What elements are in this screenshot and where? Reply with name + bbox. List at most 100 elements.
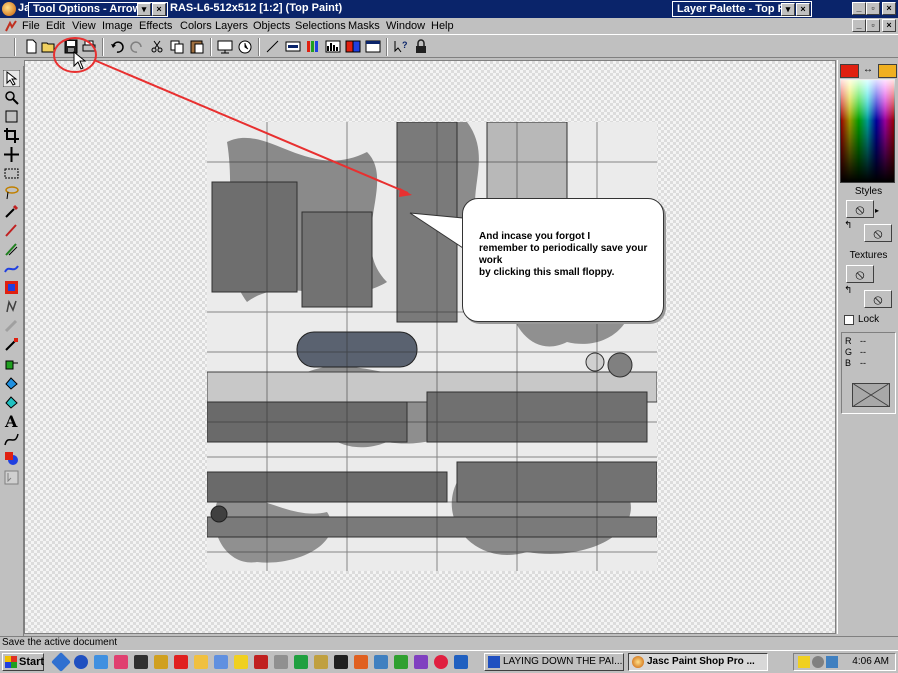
toolbar-lock-icon[interactable] — [412, 38, 430, 55]
zoom-tool-options-icon[interactable] — [264, 38, 282, 55]
redo-icon[interactable] — [128, 38, 146, 55]
menu-image[interactable]: Image — [102, 20, 133, 32]
app-close-button[interactable]: × — [882, 2, 896, 15]
swap-textures-icon[interactable]: ↰ — [844, 285, 852, 296]
undo-icon[interactable] — [108, 38, 126, 55]
quicklaunch-fire-icon[interactable] — [354, 655, 368, 669]
deform-tool-icon[interactable] — [3, 108, 20, 125]
menu-view[interactable]: View — [72, 20, 96, 32]
tray-clock-icon[interactable] — [812, 656, 824, 668]
swap-styles-icon[interactable]: ↰ — [844, 220, 852, 231]
layer-palette-close-button[interactable]: × — [796, 3, 810, 16]
clone-brush-icon[interactable] — [3, 241, 20, 258]
arrow-tool-icon[interactable] — [3, 70, 20, 87]
tool-options-rollup-button[interactable]: ▾ — [137, 3, 151, 16]
selection-tool-icon[interactable] — [3, 165, 20, 182]
quicklaunch-app-icon[interactable] — [114, 655, 128, 669]
quicklaunch-chart-icon[interactable] — [374, 655, 388, 669]
menu-file[interactable]: File — [22, 20, 40, 32]
menu-help[interactable]: Help — [431, 20, 454, 32]
foreground-color-swatch[interactable] — [840, 64, 859, 78]
color-replacer-icon[interactable] — [3, 260, 20, 277]
retouch-tool-icon[interactable] — [3, 279, 20, 296]
vector-object-selector-icon[interactable] — [3, 469, 20, 486]
app-minimize-button[interactable]: _ — [852, 2, 866, 15]
scratch-remover-icon[interactable] — [3, 298, 20, 315]
picture-tube-icon[interactable] — [3, 336, 20, 353]
document-icon[interactable] — [4, 19, 18, 33]
context-help-icon[interactable]: ? — [392, 38, 410, 55]
transparent-color-icon[interactable] — [852, 383, 890, 407]
tool-options-palette-title[interactable]: Tool Options - Arrow ▾ × — [28, 2, 168, 17]
toggle-overview-icon[interactable] — [364, 38, 382, 55]
layer-palette-rollup-button[interactable]: ▾ — [781, 3, 795, 16]
menu-colors[interactable]: Colors — [180, 20, 212, 32]
quicklaunch-folder-icon[interactable] — [194, 655, 208, 669]
doc-close-button[interactable]: × — [882, 19, 896, 32]
paintbrush-tool-icon[interactable] — [3, 222, 20, 239]
quicklaunch-tool-icon[interactable] — [274, 655, 288, 669]
flood-fill-icon[interactable] — [3, 374, 20, 391]
menu-effects[interactable]: Effects — [139, 20, 172, 32]
quicklaunch-ie-icon[interactable] — [74, 655, 88, 669]
dropper-tool-icon[interactable] — [3, 203, 20, 220]
app-maximize-button[interactable]: ▫ — [866, 2, 880, 15]
foreground-texture-button[interactable]: ⦸ — [846, 265, 874, 283]
background-style-button[interactable]: ⦸ — [864, 224, 892, 242]
quicklaunch-paint-icon[interactable] — [414, 655, 428, 669]
open-folder-icon[interactable] — [40, 38, 58, 55]
zoom-tool-icon[interactable] — [3, 89, 20, 106]
doc-minimize-button[interactable]: _ — [852, 19, 866, 32]
layer-palette-title[interactable]: Layer Palette - Top P ▾ × — [672, 1, 812, 17]
lock-checkbox[interactable] — [844, 315, 854, 325]
swap-colors-icon[interactable]: ↔ — [860, 64, 876, 75]
cut-scissors-icon[interactable] — [148, 38, 166, 55]
eraser-tool-icon[interactable] — [3, 317, 20, 334]
quicklaunch-outlook-icon[interactable] — [94, 655, 108, 669]
tool-options-close-button[interactable]: × — [152, 3, 166, 16]
menu-layers[interactable]: Layers — [215, 20, 248, 32]
draw-tool-icon[interactable] — [3, 431, 20, 448]
quicklaunch-desktop-icon[interactable] — [51, 652, 71, 672]
menu-window[interactable]: Window — [386, 20, 425, 32]
print-icon[interactable] — [80, 38, 98, 55]
crop-tool-icon[interactable] — [3, 127, 20, 144]
quicklaunch-media-icon[interactable] — [334, 655, 348, 669]
quicklaunch-network-icon[interactable] — [214, 655, 228, 669]
quicklaunch-game-icon[interactable] — [294, 655, 308, 669]
quicklaunch-disc-icon[interactable] — [434, 655, 448, 669]
new-file-icon[interactable] — [22, 38, 40, 55]
quicklaunch-chat-icon[interactable] — [454, 655, 468, 669]
tray-network-icon[interactable] — [826, 656, 838, 668]
menu-objects[interactable]: Objects — [253, 20, 290, 32]
fill-tool-icon[interactable] — [3, 393, 20, 410]
freehand-lasso-icon[interactable] — [3, 184, 20, 201]
quicklaunch-plane-icon[interactable] — [154, 655, 168, 669]
paste-icon[interactable] — [188, 38, 206, 55]
background-color-swatch[interactable] — [878, 64, 897, 78]
save-floppy-icon[interactable] — [62, 38, 80, 55]
task-word-document[interactable]: LAYING DOWN THE PAI... — [484, 653, 624, 671]
text-tool-icon[interactable]: A — [3, 412, 20, 429]
full-screen-preview-icon[interactable] — [216, 38, 234, 55]
quicklaunch-plus-icon[interactable] — [174, 655, 188, 669]
aircraft-texture-image[interactable] — [207, 122, 657, 571]
foreground-style-button[interactable]: ⦸ — [846, 200, 874, 218]
clock[interactable]: 4:06 AM — [852, 656, 889, 667]
toggle-tool-options-icon[interactable] — [284, 38, 302, 55]
quicklaunch-star-icon[interactable] — [394, 655, 408, 669]
copy-icon[interactable] — [168, 38, 186, 55]
quicklaunch-gear-icon[interactable] — [314, 655, 328, 669]
airbrush-tool-icon[interactable] — [3, 355, 20, 372]
menu-masks[interactable]: Masks — [348, 20, 380, 32]
toggle-histogram-icon[interactable] — [324, 38, 342, 55]
toggle-color-palette-icon[interactable] — [304, 38, 322, 55]
menu-selections[interactable]: Selections — [295, 20, 346, 32]
preset-shapes-icon[interactable] — [3, 450, 20, 467]
doc-restore-button[interactable]: ▫ — [866, 19, 880, 32]
task-paint-shop-pro[interactable]: Jasc Paint Shop Pro ... — [628, 653, 768, 671]
quicklaunch-book-icon[interactable] — [254, 655, 268, 669]
menu-edit[interactable]: Edit — [46, 20, 65, 32]
browse-clock-icon[interactable] — [236, 38, 254, 55]
quicklaunch-hand-icon[interactable] — [234, 655, 248, 669]
